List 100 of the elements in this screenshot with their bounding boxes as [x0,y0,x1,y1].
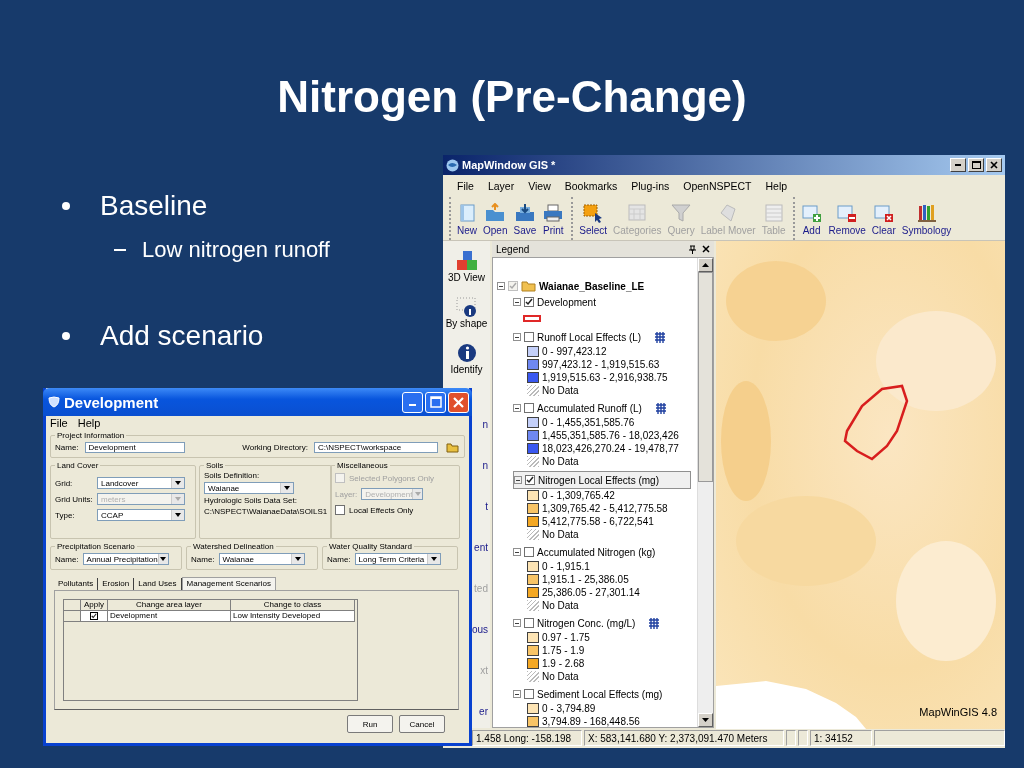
field-label: Hydrologic Soils Data Set: [204,496,298,505]
checkbox[interactable] [524,547,534,557]
menu-item[interactable]: Plug-ins [625,178,676,194]
dropdown[interactable]: Annual Precipitation [82,553,169,565]
tool-button[interactable]: Identify [443,333,490,379]
legend-label: 0 - 1,455,351,585.76 [542,417,635,428]
menu-item[interactable]: Layer [481,178,521,194]
collapse-icon[interactable] [513,333,521,341]
scrollbar[interactable] [697,258,713,727]
toolbar-button[interactable]: Save [510,197,540,240]
toolbar-button[interactable]: Remove [825,197,869,240]
menu-item[interactable]: Bookmarks [558,178,624,194]
toolbar-button[interactable]: Open [480,197,511,240]
slide-title: Nitrogen (Pre-Change) [276,71,748,123]
collapse-icon[interactable] [513,690,521,698]
tool-label: xt [480,665,488,677]
directory-field[interactable]: C:\NSPECT\workspace [314,442,438,453]
toolbar-button[interactable]: Select [576,197,611,240]
legend-label: 1,309,765.42 - 5,412,775.58 [542,503,668,514]
tab[interactable]: Management Scenarios [181,577,276,590]
checkbox[interactable] [524,689,534,699]
layer-name[interactable]: Sediment Local Effects (mg) [537,688,663,700]
layer-name[interactable]: Accumulated Nitrogen (kg) [537,546,656,558]
dialog-button[interactable]: Run [347,715,393,733]
table-cell: Development [108,611,231,622]
checkbox[interactable] [90,612,98,620]
toolbar-button[interactable]: Symbology [898,197,955,240]
layer-name[interactable]: Runoff Local Effects (L) [537,331,642,343]
up-arrow-icon [702,263,709,267]
collapse-icon[interactable] [513,619,521,627]
field-label: Grid Units: [55,494,94,504]
toolbar-button[interactable]: Print [539,197,568,240]
hatch-swatch [527,600,539,611]
menu-item[interactable]: File [50,416,68,429]
group-title: Water Quality Standard [328,542,413,551]
checkbox[interactable] [524,332,534,342]
hatch-swatch [527,456,539,467]
dropdown[interactable]: Waianae [204,482,294,494]
dialog-button[interactable]: Cancel [399,715,445,733]
map-label: MapWinGIS 4.8 [919,706,997,718]
grid-icon [626,203,649,223]
checkbox[interactable] [524,618,534,628]
caret-icon [414,492,421,496]
dropdown[interactable]: Waianae [218,553,305,565]
layer-name[interactable]: Accumulated Runoff (L) [537,402,642,414]
checkbox[interactable] [524,297,534,307]
legend-label: 1,455,351,585.76 - 18,023,426 [542,430,679,441]
collapse-icon[interactable] [513,298,521,306]
collapse-icon[interactable] [513,548,521,556]
legend-label: No Data [542,671,579,682]
menu-item[interactable]: OpenNSPECT [677,178,758,194]
collapse-icon[interactable] [513,404,521,412]
close-button[interactable] [986,158,1002,172]
layer-name[interactable]: Development [537,296,596,308]
toolbar-button[interactable]: Clear [868,197,899,240]
menu-item[interactable]: Help [759,178,794,194]
group-title: Precipitation Scenario [56,542,136,551]
collapse-icon[interactable] [514,476,522,484]
tab[interactable]: Pollutants [54,578,99,590]
window-title: Development [64,393,160,411]
tab[interactable]: Land Uses [134,578,182,590]
folder-icon [445,442,459,453]
tool-label: ted [474,583,488,595]
field-label: Name: [55,443,79,452]
tab[interactable]: Erosion [98,578,135,590]
maximize-button[interactable] [968,158,984,172]
minimize-button[interactable] [950,158,966,172]
legend-label: 0 - 997,423.12 [542,346,607,357]
globe-icon [446,158,459,172]
down-arrow-icon [702,718,709,722]
collapse-icon[interactable] [497,282,505,290]
tool-button[interactable]: By shape [443,287,490,333]
status-panel [798,730,808,746]
toolbar-button[interactable]: New [454,197,480,240]
window-title: MapWindow GIS * [462,159,557,171]
name-field[interactable]: Development [84,442,185,453]
menu-item[interactable]: View [522,178,557,194]
menu-item[interactable]: File [451,178,480,194]
bullet-text: Add scenario [100,320,264,352]
minimize-icon [955,164,961,166]
checkbox[interactable] [335,505,345,515]
group-title: Land Cover [56,461,100,470]
legend-label: 0 - 1,309,765.42 [542,490,615,501]
dropdown[interactable]: Landcover [97,477,185,489]
checkbox[interactable] [524,403,534,413]
checkbox[interactable] [525,475,535,485]
toolbar-button[interactable]: Add [797,197,826,240]
dropdown[interactable]: Long Term Criteria [354,553,441,565]
column-header: Change to class [231,600,355,611]
hatch-swatch [527,385,539,396]
tool-button[interactable]: 3D View [443,241,490,287]
info-icon [454,296,479,318]
dropdown[interactable]: CCAP [97,509,185,521]
printer-icon [542,203,565,223]
legend-label: No Data [542,385,579,396]
browse-button[interactable] [444,441,460,454]
layer-name[interactable]: Nitrogen Conc. (mg/L) [537,617,636,629]
legend-label: 1,915.1 - 25,386.05 [542,574,629,585]
menu-item[interactable]: Help [77,416,101,429]
checkbox[interactable] [508,281,518,291]
